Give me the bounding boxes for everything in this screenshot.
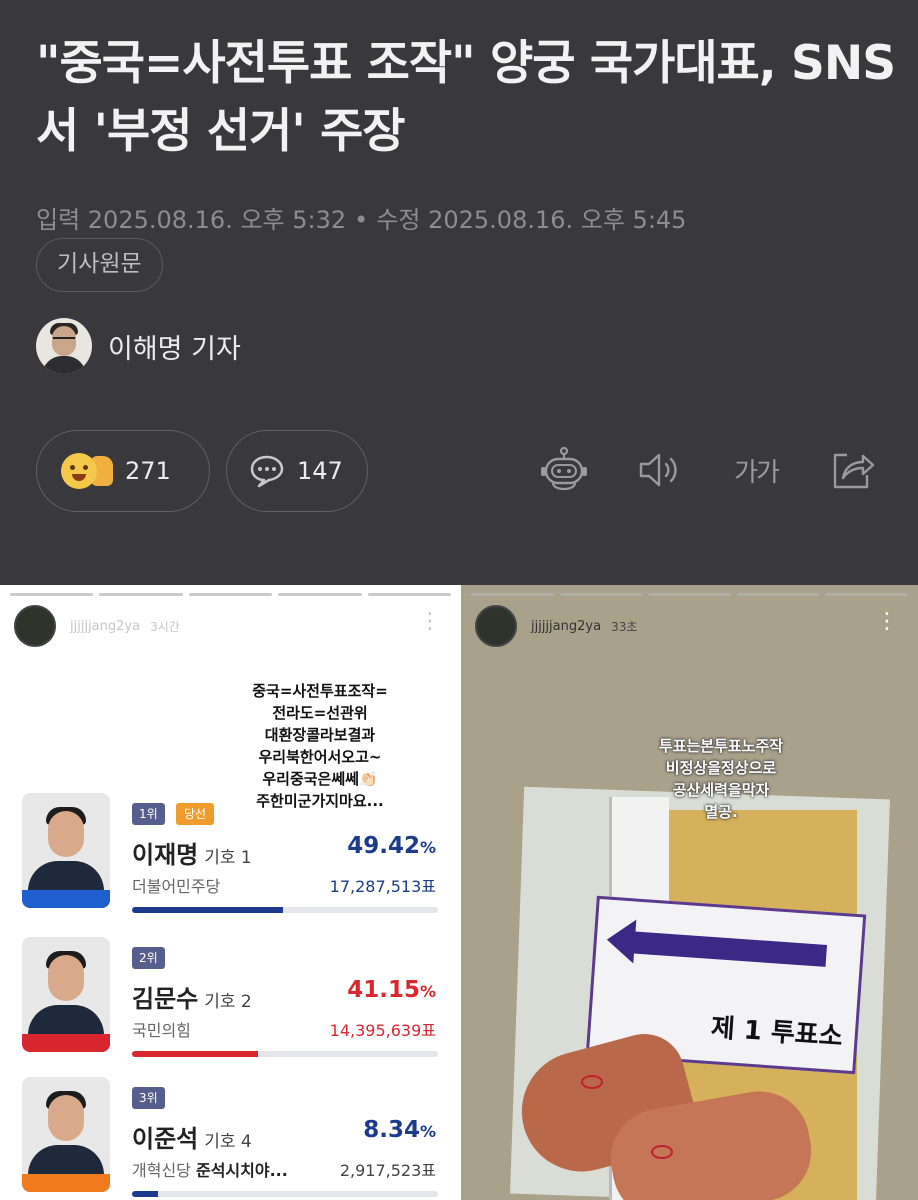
candidate-card: 3위 이준석 기호 4 개혁신당 준석시치야... 8.34% 2,917,523… (22, 1077, 442, 1200)
story-time: 3시간 (150, 619, 180, 634)
text-to-speech-button[interactable] (634, 438, 686, 502)
article-title: "중국=사전투표 조작" 양궁 국가대표, SNS서 '부정 선거' 주장 (36, 36, 896, 159)
story-header: jjjjjjang2ya 33초 (475, 605, 637, 647)
candidate-photo (22, 1077, 110, 1192)
article-header: "중국=사전투표 조작" 양궁 국가대표, SNS서 '부정 선거' 주장 입력… (0, 0, 918, 585)
candidate-party: 더불어민주당 (132, 877, 221, 896)
candidate-party: 국민의힘 (132, 1021, 191, 1040)
meta-separator: • (354, 206, 369, 234)
story-screenshot-left: jjjjjjang2ya 3시간 ⋮ 중국=사전투표조작= 전라도=선관위 대환… (0, 585, 461, 1200)
story-progress-bar (10, 593, 452, 596)
rank-badge: 3위 (132, 1087, 165, 1109)
vote-count: 17,287,513표 (329, 877, 436, 896)
story-avatar (475, 605, 517, 647)
candidate-name: 김문수 기호 2 (132, 985, 252, 1013)
candidate-name: 이준석 기호 4 (132, 1125, 252, 1153)
vote-percent: 8.34% (363, 1117, 436, 1143)
reporter-row[interactable]: 이해명 기자 (36, 318, 241, 374)
comment-button[interactable]: 147 (226, 430, 368, 512)
overlay-caption: 준석시치야... (195, 1161, 288, 1180)
original-article-button[interactable]: 기사원문 (36, 238, 163, 292)
reaction-button[interactable]: 271 (36, 430, 210, 512)
more-icon: ⋮ (419, 609, 441, 634)
story-avatar (14, 605, 56, 647)
vote-count: 2,917,523표 (339, 1161, 436, 1180)
story-time: 33초 (611, 619, 638, 634)
reporter-name: 이해명 기자 (108, 333, 241, 365)
vote-bar (132, 1191, 438, 1197)
reporter-avatar (36, 318, 92, 374)
story-screenshot-right: 제 1 투표소 jjjjjjang2ya 33초 ⋮ 투표는본투표노주작 비정상… (461, 585, 918, 1200)
ink-stamp-mark (581, 1075, 603, 1089)
candidate-name: 이재명 기호 1 (132, 841, 252, 869)
speaker-icon (639, 453, 677, 487)
vote-bar (132, 1051, 438, 1057)
share-icon (833, 453, 875, 489)
vote-count: 14,395,639표 (329, 1021, 436, 1040)
more-icon: ⋮ (876, 609, 898, 634)
story-header: jjjjjjang2ya 3시간 (14, 605, 180, 647)
story-username: jjjjjjang2ya (531, 618, 602, 634)
robot-summary-icon (541, 446, 587, 491)
input-date: 입력 2025.08.16. 오후 5:32 (36, 206, 347, 234)
candidate-photo (22, 793, 110, 908)
story-overlay-text: 투표는본투표노주작 비정상을정상으로 공산세력을막자 멸공. (658, 737, 784, 821)
font-size-button[interactable]: 가가 (730, 438, 782, 502)
share-button[interactable] (826, 438, 878, 502)
vote-bar (132, 907, 438, 913)
vote-percent: 49.42% (347, 833, 436, 859)
story-username: jjjjjjang2ya (70, 618, 141, 634)
polling-station-label: 제 1 투표소 (709, 1013, 844, 1053)
smile-emoji-icon (61, 453, 97, 489)
reaction-count: 271 (125, 457, 171, 485)
article-toolbar: 가가 (494, 438, 878, 502)
comment-count: 147 (297, 457, 343, 485)
story-progress-bar (471, 593, 908, 596)
article-meta: 입력 2025.08.16. 오후 5:32 • 수정 2025.08.16. 오후… (36, 200, 686, 235)
rank-badge: 2위 (132, 947, 165, 969)
candidate-photo (22, 937, 110, 1052)
ink-stamp-mark (651, 1145, 673, 1159)
comment-icon (250, 455, 284, 488)
font-size-icon: 가가 (734, 457, 780, 488)
edit-date: 수정 2025.08.16. 오후 5:45 (376, 206, 687, 234)
candidate-party: 개혁신당 준석시치야... (132, 1161, 288, 1180)
robot-summary-button[interactable] (538, 438, 590, 502)
rank-badge: 1위 (132, 803, 165, 825)
candidate-card: 1위 당선 이재명 기호 1 더불어민주당 49.42% 17,287,513표 (22, 793, 442, 923)
candidate-card: 2위 김문수 기호 2 국민의힘 41.15% 14,395,639표 (22, 937, 442, 1067)
elected-badge: 당선 (176, 803, 215, 825)
vote-percent: 41.15% (347, 977, 436, 1003)
